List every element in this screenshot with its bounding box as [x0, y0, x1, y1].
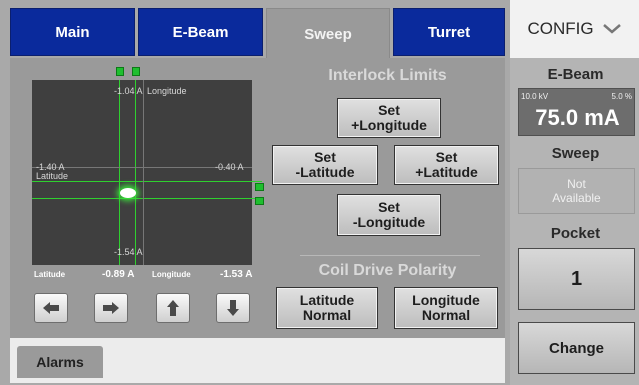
button-line: +Latitude — [415, 164, 478, 180]
ebeam-status-box: 10.0 kV 5.0 % 75.0 mA — [518, 88, 635, 136]
pocket-button[interactable]: 1 — [518, 248, 635, 310]
interlock-limits-title: Interlock Limits — [328, 67, 447, 84]
longitude-down-button[interactable] — [216, 293, 250, 323]
sweep-status-line: Not — [567, 177, 586, 191]
button-line: +Longitude — [351, 117, 427, 133]
latitude-limit-marker — [255, 183, 264, 191]
ebeam-kv: 10.0 kV — [521, 92, 549, 101]
longitude-limit-marker — [116, 67, 124, 76]
left-arrow-icon — [43, 302, 59, 314]
plot-left-label: Latitude — [36, 171, 69, 181]
button-line: Set — [435, 149, 458, 165]
down-arrow-icon — [227, 300, 239, 316]
pocket-title: Pocket — [550, 225, 601, 242]
latitude-left-button[interactable] — [34, 293, 68, 323]
button-line: Longitude — [412, 292, 480, 308]
set-plus-latitude-button[interactable]: Set +Latitude — [394, 145, 499, 185]
plot-top-value: -1.04 A — [114, 86, 143, 96]
latitude-limit-marker — [255, 197, 264, 205]
ebeam-percent: 5.0 % — [611, 92, 632, 101]
button-line: Normal — [421, 307, 471, 323]
longitude-value: -1.53 A — [220, 269, 253, 280]
sweep-title: Sweep — [551, 145, 600, 162]
latitude-value: -0.89 A — [102, 269, 135, 280]
tab-turret-label: Turret — [427, 23, 471, 41]
config-button[interactable]: CONFIG — [510, 0, 639, 58]
plot-gridline-vertical — [119, 80, 120, 265]
alarms-label: Alarms — [36, 354, 84, 370]
tab-main[interactable]: Main — [10, 8, 135, 56]
plot-top-label: Longitude — [147, 86, 187, 96]
tab-sweep[interactable]: Sweep — [266, 8, 390, 60]
button-line: Set — [378, 102, 400, 118]
tab-ebeam[interactable]: E-Beam — [138, 8, 263, 56]
config-label: CONFIG — [527, 19, 594, 38]
button-line: -Longitude — [352, 214, 426, 230]
longitude-limit-marker — [132, 67, 140, 76]
change-button[interactable]: Change — [518, 322, 635, 374]
up-arrow-icon — [167, 300, 179, 316]
set-minus-latitude-button[interactable]: Set -Latitude — [272, 145, 378, 185]
change-label: Change — [548, 339, 604, 357]
tab-main-label: Main — [55, 23, 90, 41]
right-arrow-icon — [103, 302, 119, 314]
tab-ebeam-label: E-Beam — [172, 23, 229, 41]
set-plus-longitude-button[interactable]: Set +Longitude — [337, 98, 441, 138]
latitude-label: Latitude — [34, 270, 66, 279]
latitude-right-button[interactable] — [94, 293, 128, 323]
button-line: Latitude — [299, 292, 355, 308]
sweep-status-line: Available — [552, 191, 601, 205]
ebeam-title: E-Beam — [547, 66, 604, 83]
set-minus-longitude-button[interactable]: Set -Longitude — [337, 194, 441, 236]
plot-gridline-horizontal — [32, 181, 262, 182]
chevron-down-icon — [602, 24, 621, 34]
pocket-value: 1 — [570, 267, 583, 290]
latitude-polarity-button[interactable]: Latitude Normal — [276, 287, 378, 329]
section-divider — [300, 255, 480, 256]
sweep-plot: -1.04 A Longitude -1.40 A Latitude -0.40… — [32, 80, 262, 265]
beam-spot — [120, 188, 136, 198]
button-line: Set — [314, 149, 336, 165]
button-line: Normal — [302, 307, 352, 323]
longitude-up-button[interactable] — [156, 293, 190, 323]
sweep-status-box: Not Available — [518, 168, 635, 214]
longitude-label: Longitude — [152, 270, 191, 279]
ebeam-current: 75.0 mA — [535, 105, 620, 130]
longitude-polarity-button[interactable]: Longitude Normal — [394, 287, 498, 329]
plot-right-value: -0.40 A — [215, 162, 244, 172]
plot-axis-vertical — [143, 80, 144, 265]
plot-bottom-value: -1.54 A — [114, 247, 143, 257]
button-line: -Latitude — [295, 164, 355, 180]
tab-turret[interactable]: Turret — [393, 8, 505, 56]
button-line: Set — [378, 199, 400, 215]
tab-sweep-label: Sweep — [304, 25, 352, 43]
plot-gridline-vertical — [135, 80, 136, 265]
alarms-tab[interactable]: Alarms — [17, 346, 103, 378]
coil-drive-polarity-title: Coil Drive Polarity — [318, 262, 457, 279]
plot-gridline-horizontal — [32, 198, 262, 199]
